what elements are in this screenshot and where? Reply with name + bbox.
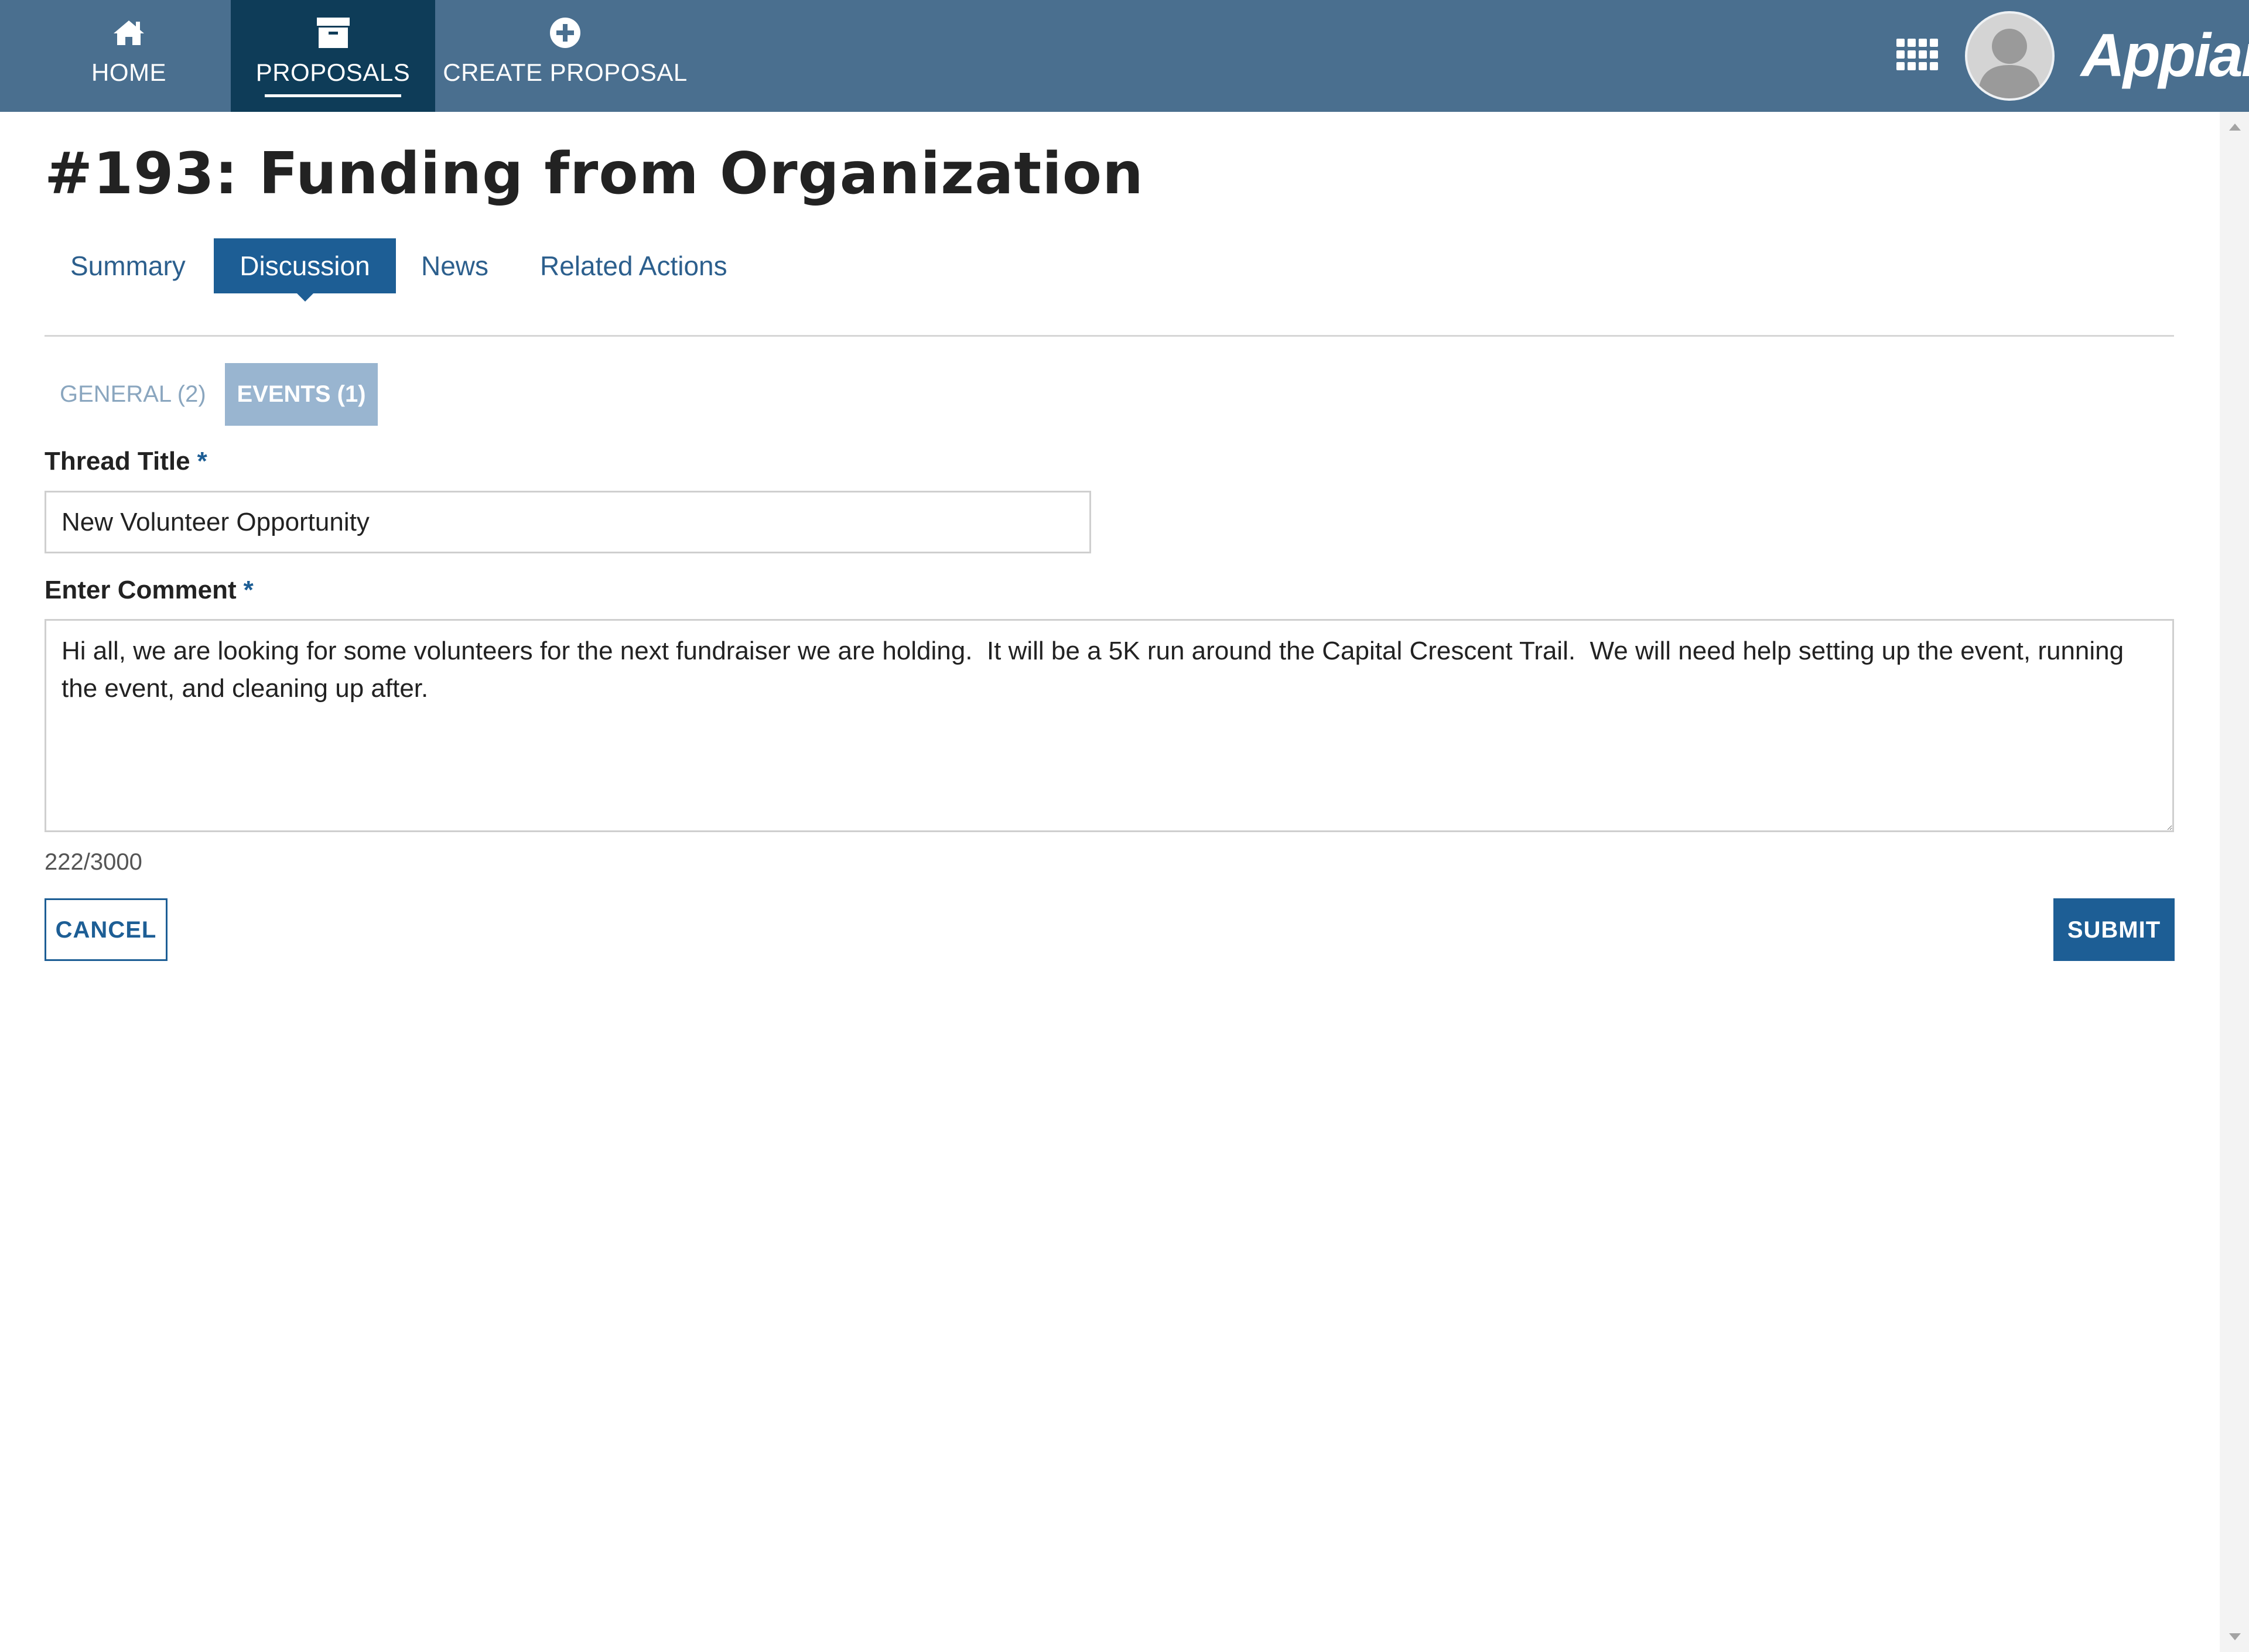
apps-grid-icon[interactable] [1896,39,1939,74]
scroll-up-arrow-icon[interactable] [2229,124,2241,131]
user-avatar[interactable] [1965,11,2055,101]
archive-box-icon [313,14,354,52]
tab-news[interactable]: News [421,238,488,293]
comment-textarea[interactable]: Hi all, we are looking for some voluntee… [45,619,2174,832]
nav-create-proposal[interactable]: CREATE PROPOSAL [443,0,687,112]
required-marker: * [243,576,254,604]
comment-label: Enter Comment * [45,576,254,605]
scroll-down-arrow-icon[interactable] [2229,1633,2241,1640]
user-avatar-icon [1978,29,2041,98]
nav-proposals[interactable]: PROPOSALS [231,0,435,112]
tabs-divider [45,335,2174,337]
character-count: 222/3000 [45,849,142,875]
nav-create-proposal-label: CREATE PROPOSAL [443,59,688,86]
page-title: #193: Funding from Organization [45,141,1144,207]
thread-title-input[interactable] [45,491,1091,553]
nav-home[interactable]: HOME [82,0,176,112]
top-nav-bar: HOME PROPOSALS CREATE PROPOSAL Appia [0,0,2249,112]
nav-home-label: HOME [91,59,166,86]
required-marker: * [197,447,207,476]
tab-discussion[interactable]: Discussion [214,238,396,302]
plus-circle-icon [545,14,586,52]
cancel-button[interactable]: CANCEL [45,898,168,961]
home-icon [108,14,149,52]
tab-related-actions[interactable]: Related Actions [540,238,727,293]
comment-label-text: Enter Comment [45,576,237,604]
thread-title-label: Thread Title * [45,447,207,476]
active-nav-underline [265,94,401,97]
sub-tab-events[interactable]: EVENTS (1) [225,363,378,426]
thread-title-label-text: Thread Title [45,447,190,476]
appian-logo: Appian [2081,22,2249,90]
sub-tab-general[interactable]: GENERAL (2) [60,363,206,426]
vertical-scrollbar[interactable] [2220,112,2249,1652]
nav-proposals-label: PROPOSALS [255,59,411,86]
submit-button[interactable]: SUBMIT [2053,898,2175,961]
tab-summary[interactable]: Summary [70,238,186,293]
